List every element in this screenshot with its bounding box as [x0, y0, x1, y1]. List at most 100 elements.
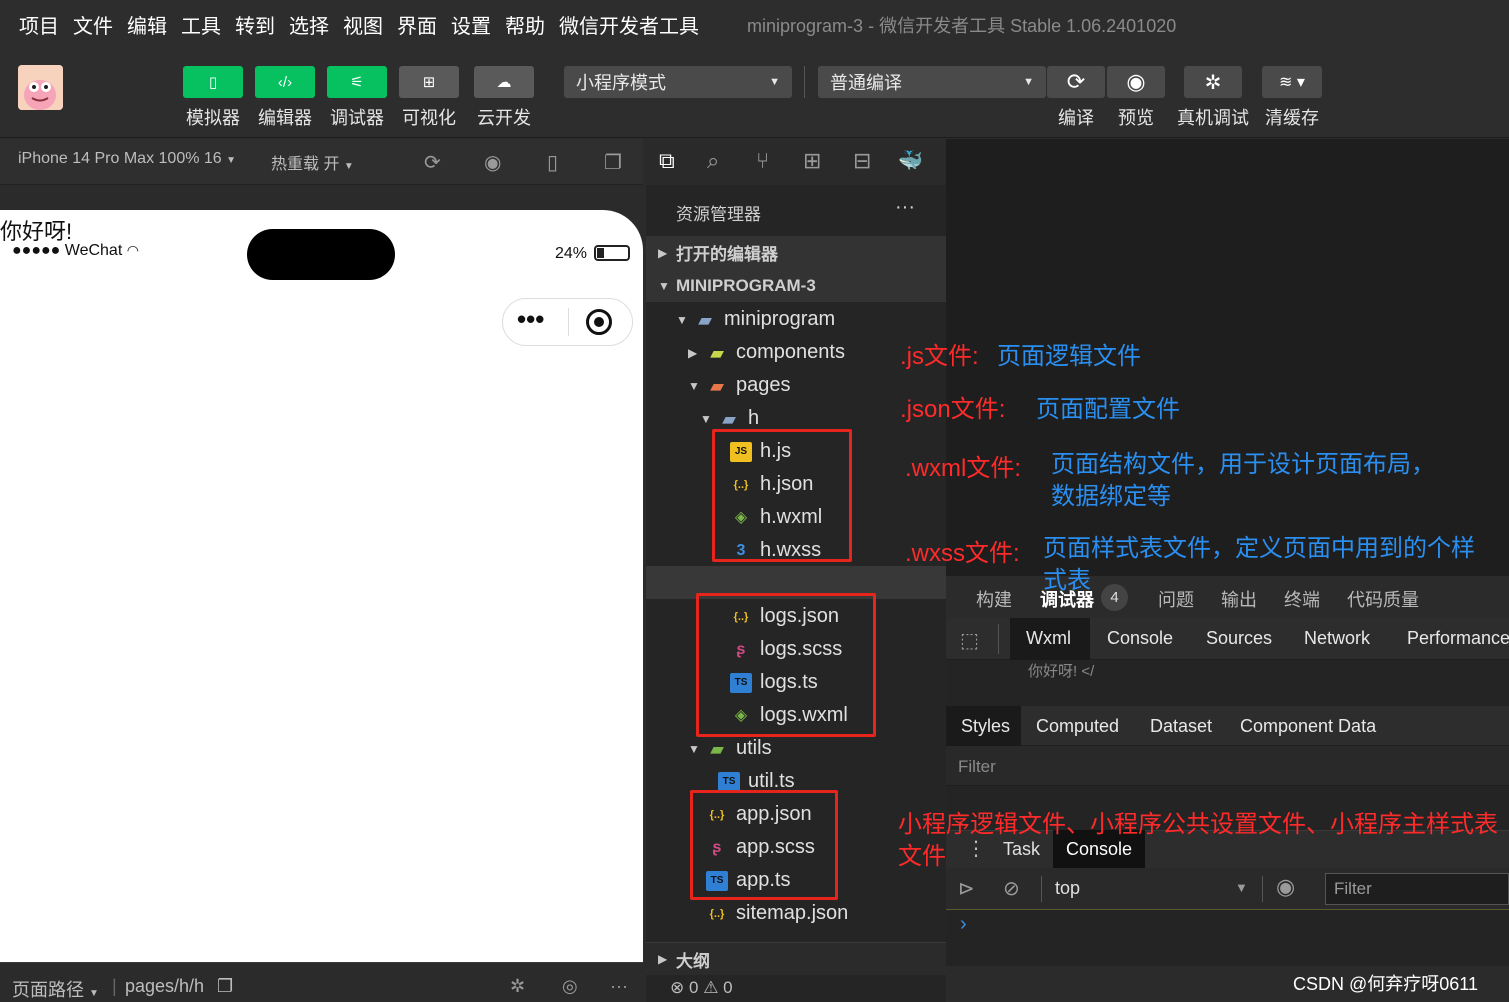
- status-carrier: ●●●●● WeChat ◠: [12, 242, 139, 259]
- devtools-tab[interactable]: 终端: [1284, 586, 1320, 612]
- style-tab[interactable]: Styles: [961, 716, 1010, 737]
- style-tab[interactable]: Component Data: [1240, 716, 1376, 737]
- toolbar-divider: [804, 66, 805, 98]
- menu-item[interactable]: 界面: [397, 10, 437, 39]
- context-select[interactable]: top: [1055, 878, 1080, 899]
- docker-icon[interactable]: 🐳: [898, 148, 923, 173]
- menu-item[interactable]: 转到: [235, 10, 275, 39]
- inspect-icon[interactable]: ⬚: [960, 628, 979, 653]
- panel-tab[interactable]: Console: [1107, 628, 1173, 649]
- phone-icon: ▯: [208, 74, 218, 91]
- reload-icon[interactable]: ⟳: [424, 150, 441, 175]
- console-body: [946, 910, 1509, 966]
- more-icon[interactable]: ···: [610, 976, 628, 997]
- preview-button[interactable]: ◉: [1107, 66, 1165, 98]
- chevron-down-icon: ▼: [658, 278, 670, 293]
- devtools-tab[interactable]: 问题: [1158, 586, 1194, 612]
- annotation-wxss-desc-1: 页面样式表文件，定义页面中用到的个样: [1043, 535, 1475, 562]
- cloud-button[interactable]: ☁: [474, 66, 534, 98]
- tree-item[interactable]: {..} sitemap.json: [646, 897, 946, 930]
- devtools-tab[interactable]: 代码质量: [1347, 586, 1419, 612]
- console-filter-input[interactable]: Filter: [1325, 873, 1509, 905]
- compile-select[interactable]: 普通编译 ▼: [818, 66, 1046, 98]
- style-tab[interactable]: Dataset: [1150, 716, 1212, 737]
- visual-button[interactable]: ⊞: [399, 66, 459, 98]
- panel-tab[interactable]: Performance: [1407, 628, 1509, 649]
- chevron-down-icon: ▼: [676, 312, 688, 327]
- style-tab[interactable]: Computed: [1036, 716, 1119, 737]
- open-editors-label: 打开的编辑器: [676, 245, 778, 264]
- layers-icon: ≋ ▾: [1279, 74, 1305, 91]
- compile-button[interactable]: ⟳: [1047, 66, 1105, 98]
- outline-section[interactable]: ▶ 大纲: [646, 942, 946, 975]
- wifi-icon: ◠: [126, 242, 139, 258]
- console-prompt[interactable]: ›: [960, 913, 967, 936]
- eye-icon[interactable]: ◎: [562, 976, 578, 997]
- visual-label: 可视化: [402, 108, 456, 128]
- simulator-button[interactable]: ▯: [183, 66, 243, 98]
- menu-item[interactable]: 选择: [289, 10, 329, 39]
- copy-icon[interactable]: ❐: [217, 976, 233, 997]
- dynamic-island: [247, 229, 395, 280]
- simulator-label: 模拟器: [186, 108, 240, 128]
- editor-button[interactable]: ‹/›: [255, 66, 315, 98]
- annotation-js-desc: 页面逻辑文件: [997, 343, 1141, 370]
- mode-select[interactable]: 小程序模式 ▼: [564, 66, 792, 98]
- problems-summary[interactable]: ⊗ 0 ⚠ 0: [670, 978, 733, 998]
- battery-level: [597, 248, 605, 258]
- tree-item-label: sitemap.json: [736, 902, 849, 924]
- devtools-tab[interactable]: 输出: [1221, 586, 1257, 612]
- extensions-icon[interactable]: ⊞: [803, 148, 821, 174]
- drawer-tab-task[interactable]: Task: [1003, 839, 1040, 860]
- chevron-down-icon[interactable]: ▼: [1235, 880, 1248, 895]
- tree-item-label: utils: [736, 737, 772, 759]
- tree-item[interactable]: ▼ ▰ miniprogram: [646, 303, 946, 336]
- page-path-label[interactable]: 页面路径 ▼: [12, 976, 99, 1002]
- menu-item[interactable]: 项目: [19, 10, 59, 39]
- open-editors-section[interactable]: ▶ 打开的编辑器: [646, 236, 946, 269]
- hot-reload-toggle[interactable]: 热重载 开 ▼: [271, 150, 354, 174]
- files-icon[interactable]: ⧉: [659, 148, 675, 174]
- annotation-js-label: .js文件:: [900, 343, 979, 370]
- clear-console-icon[interactable]: ⊘: [1003, 876, 1020, 901]
- styles-filter-input[interactable]: Filter: [958, 757, 996, 777]
- device-select[interactable]: iPhone 14 Pro Max 100% 16 ▼: [18, 150, 236, 168]
- code-icon: ‹/›: [277, 73, 293, 91]
- eye-icon[interactable]: ◉: [1276, 874, 1295, 900]
- user-avatar[interactable]: [18, 65, 63, 110]
- search-icon[interactable]: ⌕: [707, 148, 719, 174]
- panel-tab[interactable]: Wxml: [1026, 628, 1071, 649]
- menu-item[interactable]: 设置: [451, 10, 491, 39]
- phone-icon[interactable]: ▯: [547, 150, 558, 175]
- bug-icon[interactable]: ✲: [510, 976, 525, 997]
- outline-label: 大纲: [676, 951, 710, 971]
- capsule-close-button[interactable]: [586, 309, 612, 335]
- chevron-down-icon: ▼: [688, 741, 700, 756]
- console-divider-2: [1262, 876, 1263, 902]
- capsule-more-button[interactable]: •••: [517, 304, 544, 335]
- compile-label: 编译: [1058, 108, 1094, 128]
- menu-item[interactable]: 帮助: [505, 10, 545, 39]
- panel-divider: [998, 624, 999, 654]
- remote-debug-button[interactable]: ✲: [1184, 66, 1242, 98]
- debugger-label: 调试器: [330, 108, 384, 128]
- devtools-tab[interactable]: 构建: [976, 586, 1012, 612]
- project-section[interactable]: ▼ MINIPROGRAM-3: [646, 269, 946, 302]
- panel-tab[interactable]: Sources: [1206, 628, 1272, 649]
- source-control-icon[interactable]: ⑂: [756, 148, 769, 174]
- popout-icon[interactable]: ❐: [604, 150, 622, 175]
- menu-item[interactable]: 编辑: [127, 10, 167, 39]
- storage-icon[interactable]: ⊟: [853, 148, 871, 174]
- menu-item[interactable]: 视图: [343, 10, 383, 39]
- explorer-more-button[interactable]: ···: [895, 196, 915, 219]
- sidebar-toggle-icon[interactable]: ⊳: [958, 876, 975, 901]
- debugger-button[interactable]: ⚟: [327, 66, 387, 98]
- menu-item[interactable]: 微信开发者工具: [559, 10, 699, 39]
- menu-item[interactable]: 文件: [73, 10, 113, 39]
- panel-tab[interactable]: Network: [1304, 628, 1370, 649]
- drawer-tab-console[interactable]: Console: [1066, 839, 1132, 860]
- stop-icon[interactable]: ◉: [484, 150, 501, 175]
- drawer-menu-icon[interactable]: ⋮: [966, 836, 986, 861]
- menu-item[interactable]: 工具: [181, 10, 221, 39]
- clear-cache-button[interactable]: ≋ ▾: [1262, 66, 1322, 98]
